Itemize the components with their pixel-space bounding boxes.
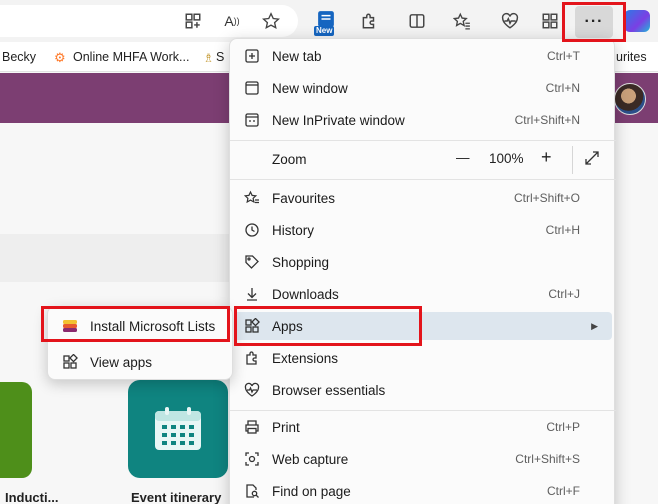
menu-item-new-tab[interactable]: New tab Ctrl+T	[234, 42, 612, 70]
chevron-right-icon: ▶	[591, 320, 598, 331]
inprivate-icon	[243, 111, 261, 129]
zoom-divider	[572, 146, 573, 174]
read-aloud-icon[interactable]: A))	[220, 9, 244, 33]
menu-divider	[230, 140, 616, 141]
menu-item-zoom: Zoom	[272, 151, 307, 167]
capture-icon	[243, 450, 261, 468]
browser-essentials-icon[interactable]	[498, 9, 522, 33]
split-screen-icon[interactable]	[405, 9, 429, 33]
copilot-icon[interactable]	[624, 10, 650, 32]
calendar-icon	[155, 407, 201, 450]
menu-item-browser-essentials[interactable]: Browser essentials	[234, 376, 612, 404]
tag-icon	[243, 253, 261, 271]
tile-label-event-itinerary[interactable]: Event itinerary	[131, 490, 221, 504]
heart-pulse-icon	[243, 381, 261, 399]
zoom-out-button[interactable]: —	[456, 150, 470, 165]
submenu-item-view-apps[interactable]: View apps	[52, 347, 230, 377]
browser-toolbar: A)) New ···	[0, 0, 658, 42]
window-icon	[243, 79, 261, 97]
menu-item-new-inprivate-window[interactable]: New InPrivate window Ctrl+Shift+N	[234, 106, 612, 134]
zoom-in-button[interactable]: +	[541, 147, 552, 168]
favourites-icon	[243, 189, 261, 207]
apps-icon	[61, 353, 79, 371]
bookmark-online-mhfa[interactable]: Online MHFA Work...	[73, 50, 189, 64]
bookmark-icon: ♗	[203, 51, 215, 65]
settings-menu: New tab Ctrl+T New window Ctrl+N New InP…	[229, 38, 616, 504]
avatar[interactable]	[614, 83, 646, 115]
puzzle-icon	[243, 349, 261, 367]
menu-item-web-capture[interactable]: Web capture Ctrl+Shift+S	[234, 445, 612, 473]
menu-item-print[interactable]: Print Ctrl+P	[234, 413, 612, 441]
favourites-icon[interactable]	[450, 9, 474, 33]
new-tab-icon	[243, 47, 261, 65]
highlight-box-more-button	[562, 2, 626, 42]
hubspot-icon: ⚙	[54, 50, 66, 65]
menu-item-extensions[interactable]: Extensions	[234, 344, 612, 372]
highlight-box-install-lists	[41, 306, 230, 342]
menu-divider	[230, 410, 616, 411]
menu-item-downloads[interactable]: Downloads Ctrl+J	[234, 280, 612, 308]
address-bar[interactable]	[0, 5, 298, 37]
collections-icon[interactable]	[538, 9, 562, 33]
extensions-puzzle-icon[interactable]	[357, 9, 381, 33]
split-screen-app-icon[interactable]	[181, 9, 205, 33]
content-band	[0, 234, 240, 282]
download-icon	[243, 285, 261, 303]
new-badge: New	[314, 26, 335, 36]
menu-item-shopping[interactable]: Shopping	[234, 248, 612, 276]
history-icon	[243, 221, 261, 239]
induction-tile[interactable]	[0, 382, 32, 478]
menu-divider	[230, 179, 616, 180]
expand-icon[interactable]	[584, 150, 600, 169]
menu-item-new-window[interactable]: New window Ctrl+N	[234, 74, 612, 102]
highlight-box-apps	[234, 306, 422, 346]
menu-item-favourites[interactable]: Favourites Ctrl+Shift+O	[234, 184, 612, 212]
zoom-level: 100%	[489, 151, 524, 166]
search-doc-icon	[243, 482, 261, 500]
menu-item-history[interactable]: History Ctrl+H	[234, 216, 612, 244]
bookmark-favourites[interactable]: urites	[616, 50, 647, 64]
favourite-star-icon[interactable]	[259, 9, 283, 33]
bookmark-partial[interactable]: S	[216, 50, 224, 64]
tile-label-induction[interactable]: Inducti...	[5, 490, 58, 504]
printer-icon	[243, 418, 261, 436]
menu-item-find-on-page[interactable]: Find on page Ctrl+F	[234, 477, 612, 504]
bookmark-becky[interactable]: Becky	[2, 50, 36, 64]
event-itinerary-tile[interactable]	[128, 380, 228, 478]
